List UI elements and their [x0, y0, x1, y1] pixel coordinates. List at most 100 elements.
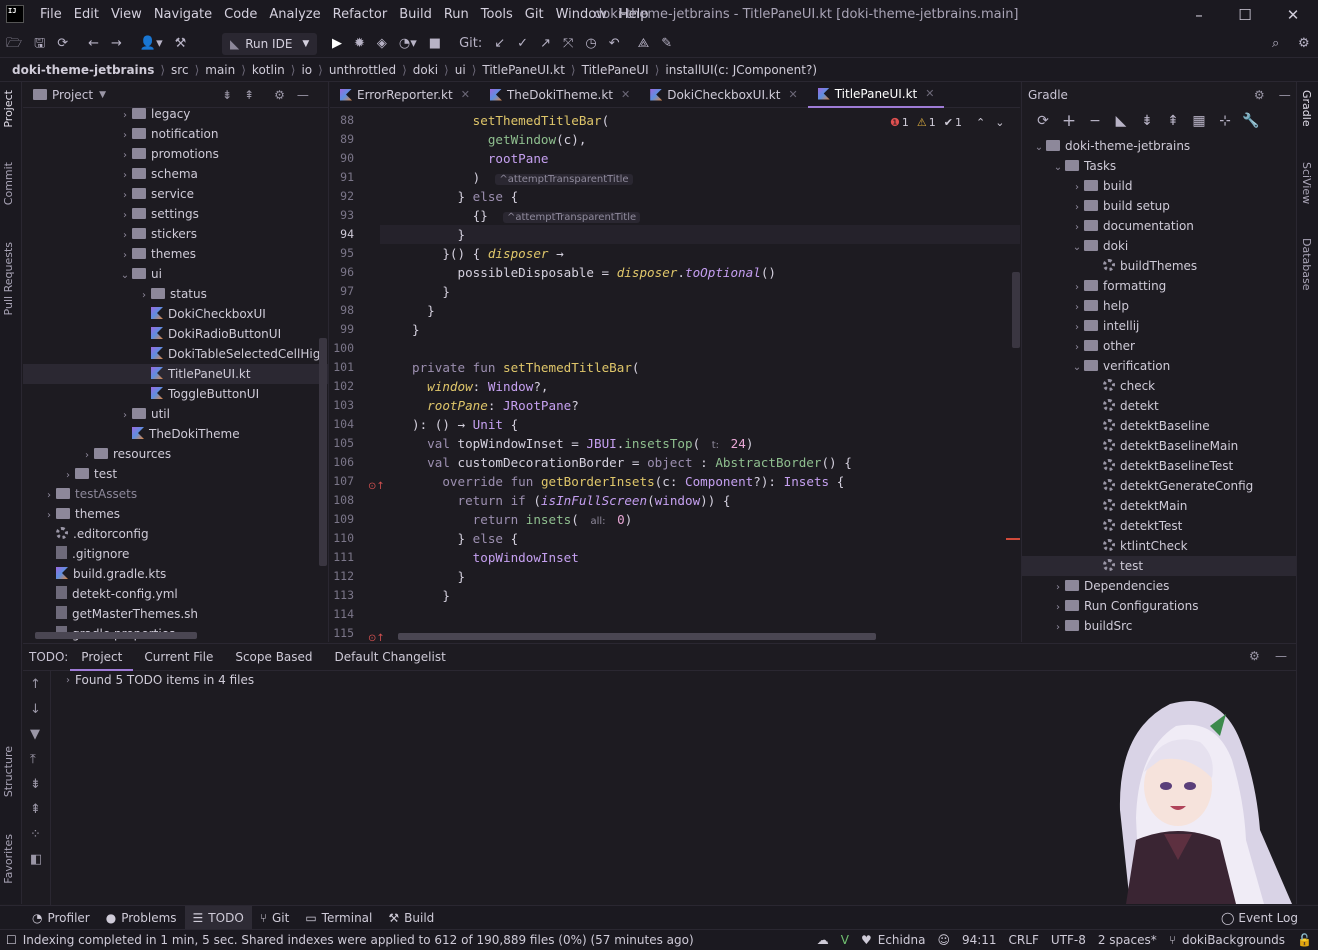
menu-git[interactable]: Git: [519, 0, 550, 30]
tree-item[interactable]: › status: [23, 284, 207, 304]
menu-code[interactable]: Code: [218, 0, 263, 30]
indent-setting[interactable]: 2 spaces*: [1092, 930, 1163, 950]
expand-all-icon[interactable]: ⇟: [222, 88, 232, 102]
gradle-tree-item[interactable]: › Dependencies: [1022, 576, 1169, 596]
tool-window-button[interactable]: ☰ TODO: [184, 905, 252, 930]
breadcrumb-item[interactable]: main: [205, 63, 235, 77]
tree-item[interactable]: DokiCheckboxUI: [23, 304, 266, 324]
project-hscrollbar[interactable]: [35, 632, 197, 639]
git-push-icon[interactable]: ↗: [534, 30, 557, 58]
tree-item[interactable]: TitlePaneUI.kt: [23, 364, 328, 384]
rollback-icon[interactable]: ↶: [603, 30, 626, 58]
tree-item[interactable]: DokiTableSelectedCellHighlight: [23, 344, 328, 364]
next-highlight-icon[interactable]: ⌄: [995, 116, 1004, 129]
run-config-select[interactable]: ◣ Run IDE ▼: [222, 33, 318, 55]
breadcrumb-item[interactable]: doki: [413, 63, 438, 77]
profile-icon[interactable]: ◔▾: [393, 30, 423, 58]
intellij-logo-icon[interactable]: IJ: [6, 5, 24, 23]
tool-window-button[interactable]: ▭ Terminal: [297, 906, 380, 930]
chevron-right-icon[interactable]: ›: [1051, 578, 1065, 598]
open-folder-icon[interactable]: 🗁: [0, 30, 28, 58]
tree-item[interactable]: ⌄ ui: [23, 264, 162, 284]
forward-icon[interactable]: →: [105, 30, 128, 58]
error-stripe-mark[interactable]: [1006, 538, 1020, 540]
gradle-tree-item[interactable]: ⌄ doki-theme-jetbrains: [1022, 136, 1190, 156]
panel-gear-icon[interactable]: ⚙: [274, 88, 285, 102]
gradle-tree-item[interactable]: › buildSrc: [1022, 616, 1132, 636]
chevron-right-icon[interactable]: ›: [1070, 278, 1084, 298]
gradle-tree-item[interactable]: › help: [1022, 296, 1129, 316]
breadcrumb-item[interactable]: src: [171, 63, 189, 77]
gradle-tree-item[interactable]: › build setup: [1022, 196, 1170, 216]
expand-all-icon[interactable]: ⇟: [1134, 113, 1160, 129]
chevron-down-icon[interactable]: ⌄: [1070, 238, 1084, 258]
chevron-right-icon[interactable]: ›: [118, 146, 132, 166]
gradle-tree-item[interactable]: detektTest: [1022, 516, 1182, 536]
execute-task-icon[interactable]: ◣: [1108, 113, 1134, 129]
chevron-right-icon[interactable]: ›: [118, 406, 132, 426]
todo-tab[interactable]: Project: [70, 644, 134, 671]
hide-panel-icon[interactable]: —: [1279, 88, 1291, 102]
run-icon[interactable]: ▶: [326, 30, 348, 58]
sync-icon[interactable]: ⟳: [51, 30, 74, 58]
chevron-right-icon[interactable]: ›: [1070, 178, 1084, 198]
editor-tab[interactable]: DokiCheckboxUI.kt ✕: [640, 82, 807, 108]
tree-item[interactable]: › resources: [23, 444, 171, 464]
tree-item[interactable]: › settings: [23, 204, 199, 224]
theme-icon[interactable]: ⟁: [632, 30, 656, 58]
tab-pull-requests[interactable]: Pull Requests: [2, 242, 15, 315]
doki-cloud-icon[interactable]: ☁: [811, 930, 835, 950]
menu-navigate[interactable]: Navigate: [148, 0, 218, 30]
offline-mode-icon[interactable]: ⊹: [1212, 113, 1238, 129]
panel-gear-icon[interactable]: ⚙: [1254, 88, 1265, 102]
tree-item[interactable]: › promotions: [23, 144, 219, 164]
collapse-all-icon[interactable]: ⇞: [30, 802, 41, 817]
tree-item[interactable]: detekt-config.yml: [23, 584, 178, 604]
gradle-tree-item[interactable]: buildThemes: [1022, 256, 1197, 276]
status-message[interactable]: Indexing completed in 1 min, 5 sec. Shar…: [23, 930, 700, 950]
prev-highlight-icon[interactable]: ⌃: [976, 116, 985, 129]
chevron-right-icon[interactable]: ›: [1051, 598, 1065, 618]
user-config-icon[interactable]: 👤▾: [134, 30, 169, 58]
git-commit-icon[interactable]: ✓: [511, 30, 534, 58]
chevron-right-icon[interactable]: ›: [137, 286, 151, 306]
chevron-right-icon[interactable]: ›: [1051, 618, 1065, 638]
tab-structure[interactable]: Structure: [2, 746, 15, 797]
tab-database[interactable]: Database: [1300, 238, 1313, 291]
todo-tab[interactable]: Default Changelist: [324, 644, 457, 671]
caret-position[interactable]: 94:11: [956, 930, 1003, 950]
chevron-right-icon[interactable]: ›: [1070, 298, 1084, 318]
chevron-down-icon[interactable]: ⌄: [118, 266, 132, 286]
autoscroll-icon[interactable]: ⤒: [30, 752, 36, 767]
gradle-tree-item[interactable]: ⌄ doki: [1022, 236, 1128, 256]
chevron-right-icon[interactable]: ›: [118, 206, 132, 226]
menu-refactor[interactable]: Refactor: [327, 0, 394, 30]
prev-icon[interactable]: ↑: [30, 677, 41, 692]
breadcrumb-item[interactable]: kotlin: [252, 63, 285, 77]
vue-icon[interactable]: V: [835, 930, 855, 950]
tree-item[interactable]: › legacy: [23, 104, 190, 124]
tree-item[interactable]: .editorconfig: [23, 524, 149, 544]
tree-item[interactable]: .gitignore: [23, 544, 129, 564]
gradle-tree-item[interactable]: detektGenerateConfig: [1022, 476, 1253, 496]
history-icon[interactable]: ◷: [579, 30, 602, 58]
maximize-icon[interactable]: ☐: [1222, 0, 1268, 30]
close-tab-icon[interactable]: ✕: [925, 81, 934, 107]
character-sticker[interactable]: [1060, 690, 1292, 904]
editor-tab[interactable]: ErrorReporter.kt ✕: [330, 82, 480, 108]
tree-item[interactable]: › service: [23, 184, 194, 204]
todo-tab[interactable]: Scope Based: [224, 644, 323, 671]
tree-item[interactable]: › schema: [23, 164, 198, 184]
git-merge-icon[interactable]: ⤧: [557, 30, 579, 58]
editor-hscrollbar[interactable]: [398, 633, 876, 640]
chevron-right-icon[interactable]: ›: [118, 226, 132, 246]
event-log-button[interactable]: ◯ Event Log: [1213, 906, 1306, 930]
tool-window-button[interactable]: ◔ Profiler: [24, 906, 98, 930]
editor-scrollbar[interactable]: [1012, 272, 1020, 348]
back-icon[interactable]: ←: [82, 30, 105, 58]
settings-gear-icon[interactable]: ⚙: [1292, 30, 1316, 58]
close-tab-icon[interactable]: ✕: [788, 82, 797, 108]
smiley-icon[interactable]: ☺: [931, 930, 956, 950]
tree-item[interactable]: › themes: [23, 504, 120, 524]
group-icon[interactable]: ⁘: [30, 827, 41, 842]
